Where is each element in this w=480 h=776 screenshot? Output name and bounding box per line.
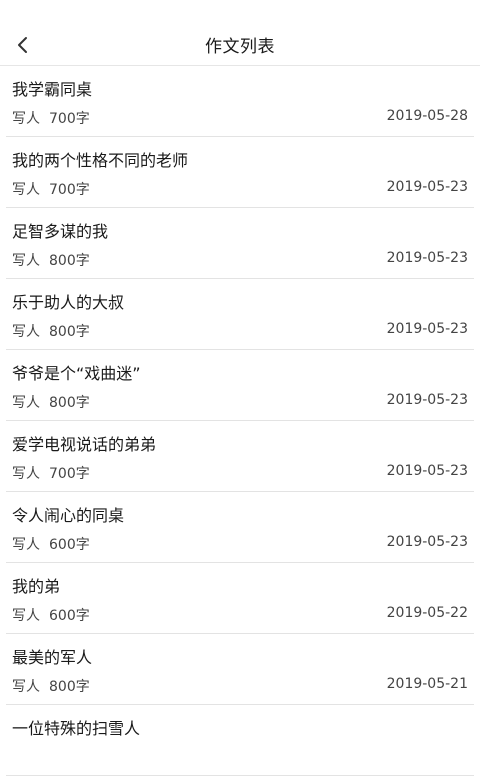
essay-category: 写人 xyxy=(12,466,40,482)
essay-date: 2019-05-23 xyxy=(386,179,468,195)
essay-meta-left: 写人 700字 xyxy=(12,108,90,128)
page-title: 作文列表 xyxy=(205,37,275,57)
essay-list-item[interactable]: 令人闹心的同桌 写人 600字 2019-05-23 xyxy=(6,492,474,563)
essay-list-item[interactable]: 爱学电视说话的弟弟 写人 700字 2019-05-23 xyxy=(6,421,474,492)
essay-title: 我的两个性格不同的老师 xyxy=(12,151,189,170)
essay-category: 写人 xyxy=(12,395,40,411)
essay-word-count: 700字 xyxy=(49,182,90,198)
essay-category: 写人 xyxy=(12,679,40,695)
essay-word-count: 600字 xyxy=(49,537,90,553)
essay-word-count: 700字 xyxy=(49,111,90,127)
essay-list: 我学霸同桌 写人 700字 2019-05-28 我的两个性格不同的老师 写人 700字 20… xyxy=(0,66,480,776)
essay-category: 写人 xyxy=(12,111,40,127)
essay-category: 写人 xyxy=(12,324,40,340)
essay-title: 爱学电视说话的弟弟 xyxy=(12,435,157,454)
essay-date: 2019-05-23 xyxy=(386,534,468,550)
essay-date: 2019-05-28 xyxy=(386,108,468,124)
essay-date: 2019-05-23 xyxy=(386,250,468,266)
nav-bar: 作文列表 xyxy=(0,24,480,66)
essay-meta-left: 写人 800字 xyxy=(12,321,90,341)
essay-title: 我学霸同桌 xyxy=(12,80,93,99)
essay-meta-left: 写人 700字 xyxy=(12,179,90,199)
essay-meta: 写人 800字 2019-05-23 xyxy=(12,250,468,270)
essay-meta-left: 写人 600字 xyxy=(12,605,90,625)
essay-meta-left: 写人 800字 xyxy=(12,392,90,412)
essay-list-item[interactable]: 我的弟写人 600字 2019-05-22 xyxy=(6,563,474,634)
essay-word-count: 700字 xyxy=(49,466,90,482)
essay-category: 写人 xyxy=(12,537,40,553)
essay-category: 写人 xyxy=(12,253,40,269)
essay-word-count: 800字 xyxy=(49,324,90,340)
chevron-left-icon xyxy=(18,37,27,53)
essay-meta: 写人 600字 2019-05-23 xyxy=(12,534,468,554)
essay-title: 最美的军人 xyxy=(12,648,93,667)
essay-date: 2019-05-21 xyxy=(386,676,468,692)
essay-meta-left: 写人 700字 xyxy=(12,463,90,483)
essay-word-count: 600字 xyxy=(49,608,90,624)
essay-date: 2019-05-22 xyxy=(386,605,468,621)
essay-meta: 写人 800字 2019-05-23 xyxy=(12,392,468,412)
essay-category: 写人 xyxy=(12,182,40,198)
essay-word-count: 800字 xyxy=(49,253,90,269)
essay-meta-left: 写人 600字 xyxy=(12,534,90,554)
essay-title: 令人闹心的同桌 xyxy=(12,506,125,525)
essay-meta: 写人 800字 2019-05-21 xyxy=(12,676,468,696)
essay-title: 足智多谋的我 xyxy=(12,222,109,241)
essay-title: 爷爷是个“戏曲迷” xyxy=(12,364,141,383)
essay-word-count: 800字 xyxy=(49,679,90,695)
status-bar xyxy=(0,0,480,24)
back-button[interactable] xyxy=(6,28,40,62)
essay-list-item[interactable]: 最美的军人写人 800字 2019-05-21 xyxy=(6,634,474,705)
essay-title: 我的弟 xyxy=(12,577,61,596)
essay-meta-left: 写人 800字 xyxy=(12,250,90,270)
essay-date: 2019-05-23 xyxy=(386,321,468,337)
essay-list-item[interactable]: 我学霸同桌写人 700字 2019-05-28 xyxy=(6,66,474,137)
essay-title: 一位特殊的扫雪人 xyxy=(12,719,141,738)
essay-meta-left: 写人 800字 xyxy=(12,676,90,696)
essay-category: 写人 xyxy=(12,608,40,624)
essay-list-item[interactable]: 我的两个性格不同的老师 写人 700字 2019-05-23 xyxy=(6,137,474,208)
essay-meta: 写人 700字 2019-05-28 xyxy=(12,108,468,128)
essay-list-item[interactable]: 一位特殊的扫雪人 xyxy=(6,705,474,776)
essay-date: 2019-05-23 xyxy=(386,463,468,479)
essay-title: 乐于助人的大叔 xyxy=(12,293,125,312)
essay-list-item[interactable]: 乐于助人的大叔 写人 800字 2019-05-23 xyxy=(6,279,474,350)
essay-meta: 写人 600字 2019-05-22 xyxy=(12,605,468,625)
essay-meta: 写人 700字 2019-05-23 xyxy=(12,463,468,483)
essay-meta: 写人 700字 2019-05-23 xyxy=(12,179,468,199)
essay-meta: 写人 800字 2019-05-23 xyxy=(12,321,468,341)
essay-list-item[interactable]: 爷爷是个“戏曲迷” 写人 800字 2019-05-23 xyxy=(6,350,474,421)
essay-list-item[interactable]: 足智多谋的我 写人 800字 2019-05-23 xyxy=(6,208,474,279)
essay-word-count: 800字 xyxy=(49,395,90,411)
essay-date: 2019-05-23 xyxy=(386,392,468,408)
